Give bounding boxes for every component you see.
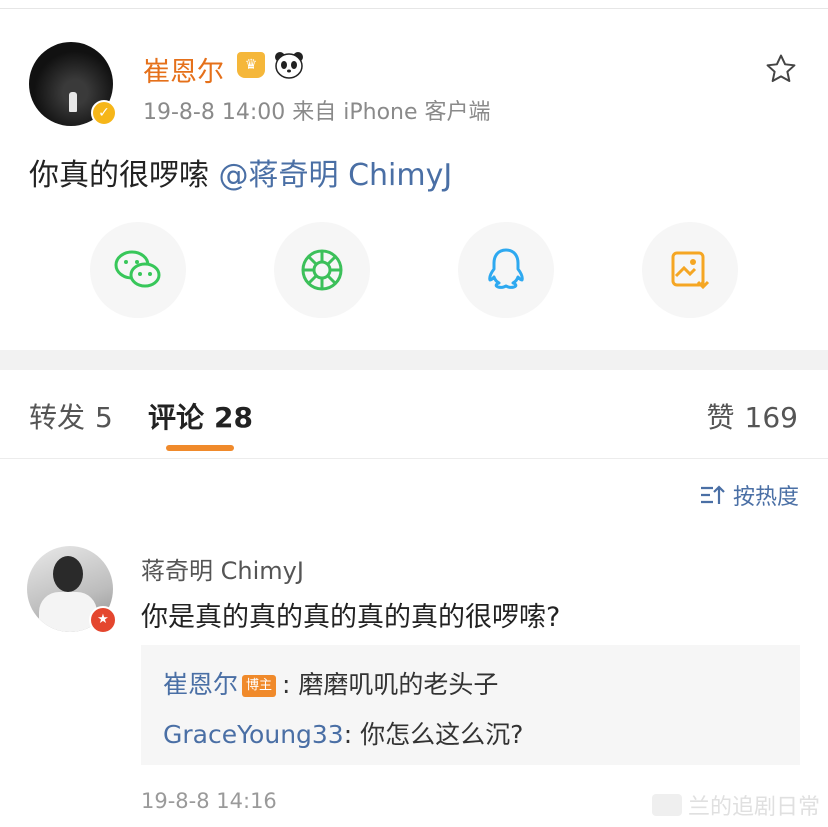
sort-label: 按热度 (732, 485, 799, 510)
share-row (0, 222, 828, 318)
active-tab-indicator (166, 445, 234, 451)
tabs-divider (0, 458, 828, 459)
post-meta: 19-8-8 14:00 来自 iPhone 客户端 (143, 100, 491, 125)
watermark-text: 兰的追剧日常 (687, 795, 820, 820)
share-wechat-button[interactable] (90, 222, 186, 318)
save-image-button[interactable] (642, 222, 738, 318)
comment-timestamp: 19-8-8 14:16 (141, 789, 277, 813)
post-author-name[interactable]: 崔恩尔 (143, 50, 224, 89)
qq-icon (488, 248, 524, 289)
panda-icon (274, 51, 304, 79)
reply-text: : 磨磨叽叽的老头子 (282, 670, 499, 699)
tab-like[interactable]: 赞 169 (707, 396, 798, 436)
save-image-icon (671, 251, 710, 290)
tab-comment-label: 评论 (148, 401, 205, 434)
post-text-body: 你真的很啰嗦 (29, 158, 219, 193)
comment-text: 你是真的真的真的真的真的很啰嗦? (141, 602, 561, 633)
reply-item[interactable]: 崔恩尔 博主: 磨磨叽叽的老头子 (163, 665, 498, 701)
tab-like-count: 169 (744, 401, 798, 434)
sort-icon (700, 485, 725, 504)
reply-text: : 你怎么这么沉? (343, 720, 524, 749)
vip-star-icon: ★ (89, 606, 117, 634)
tab-repost-label: 转发 (29, 401, 86, 434)
tab-repost-count: 5 (95, 401, 113, 434)
watermark-logo-icon (651, 794, 682, 816)
favorite-star-icon[interactable] (764, 52, 798, 86)
crown-icon: ♛ (237, 52, 265, 78)
tab-repost[interactable]: 转发 5 (29, 396, 113, 436)
watermark: 兰的追剧日常 (651, 789, 820, 821)
share-moments-button[interactable] (274, 222, 370, 318)
host-tag-badge: 博主 (242, 675, 277, 697)
wechat-icon (114, 250, 161, 288)
sort-by-hot-button[interactable]: 按热度 (699, 479, 799, 511)
author-badges: ♛ (237, 51, 304, 79)
reply-author[interactable]: GraceYoung33 (163, 720, 344, 749)
mention-link[interactable]: @蒋奇明 ChimyJ (219, 158, 453, 193)
verified-v-icon: ✓ (91, 100, 117, 126)
moments-icon (301, 249, 343, 291)
top-divider (0, 8, 828, 9)
tab-comment-count: 28 (214, 401, 253, 434)
comment-author-name[interactable]: 蒋奇明 ChimyJ (141, 551, 304, 586)
reply-author[interactable]: 崔恩尔 (163, 670, 238, 699)
tab-comment[interactable]: 评论 28 (148, 396, 253, 436)
share-qq-button[interactable] (458, 222, 554, 318)
section-separator (0, 350, 828, 370)
post-text: 你真的很啰嗦 @蒋奇明 ChimyJ (29, 150, 452, 194)
reply-item[interactable]: GraceYoung33: 你怎么这么沉? (163, 715, 523, 751)
tab-like-label: 赞 (706, 401, 735, 434)
reply-box[interactable]: 崔恩尔 博主: 磨磨叽叽的老头子 GraceYoung33: 你怎么这么沉? (141, 645, 800, 765)
